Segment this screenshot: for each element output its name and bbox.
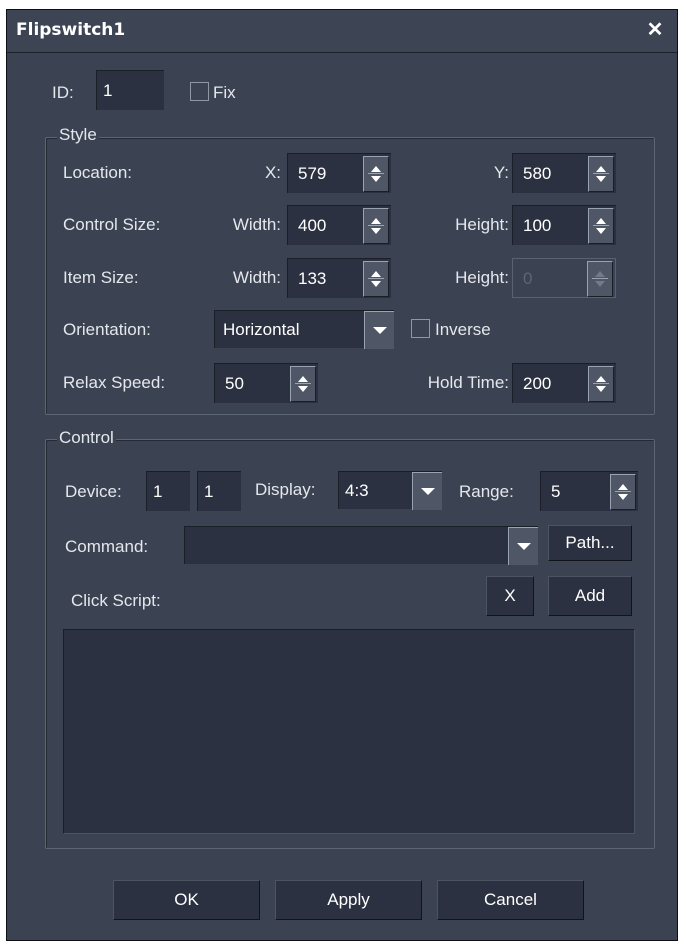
item-size-label: Item Size:: [63, 268, 139, 287]
orientation-label: Orientation:: [63, 320, 151, 339]
item-height-spinner: [587, 261, 613, 297]
clear-script-button[interactable]: X: [486, 576, 534, 616]
arrow-down-icon[interactable]: [371, 176, 381, 182]
control-height-label: Height:: [455, 215, 509, 234]
range-spinner[interactable]: [610, 474, 636, 510]
fix-label: Fix: [213, 83, 236, 102]
ok-button[interactable]: OK: [113, 880, 260, 920]
location-y-value: 580: [523, 164, 552, 183]
chevron-down-icon[interactable]: [412, 472, 442, 510]
chevron-down-icon[interactable]: [364, 311, 394, 349]
chevron-down-icon[interactable]: [508, 527, 538, 565]
inverse-label: Inverse: [435, 320, 491, 339]
arrow-down-icon: [595, 281, 605, 287]
relax-speed-field[interactable]: 50: [214, 363, 318, 403]
control-width-spinner[interactable]: [363, 208, 389, 244]
item-height-value: 0: [523, 269, 533, 288]
control-height-spinner[interactable]: [588, 208, 614, 244]
device-value-1: 1: [153, 482, 163, 501]
relax-speed-label: Relax Speed:: [63, 373, 166, 392]
dialog-title: Flipswitch1: [16, 20, 126, 40]
arrow-up-icon[interactable]: [596, 376, 606, 382]
arrow-down-icon[interactable]: [371, 281, 381, 287]
flipswitch-dialog: Flipswitch1 ✕ ID: 1 Fix Style Location: …: [6, 9, 678, 941]
control-height-value: 100: [523, 216, 552, 235]
item-height-field: 0: [512, 258, 616, 298]
device-field-1[interactable]: 1: [146, 471, 190, 511]
arrow-up-icon[interactable]: [371, 271, 381, 277]
arrow-up-icon[interactable]: [618, 484, 628, 490]
click-script-textarea[interactable]: [63, 629, 635, 834]
display-select[interactable]: 4:3: [338, 471, 442, 510]
arrow-down-icon[interactable]: [596, 386, 606, 392]
close-icon[interactable]: ✕: [645, 18, 665, 42]
hold-time-spinner[interactable]: [588, 366, 614, 402]
arrow-up-icon[interactable]: [298, 376, 308, 382]
relax-speed-value: 50: [225, 374, 244, 393]
display-label: Display:: [255, 480, 316, 499]
arrow-up-icon[interactable]: [596, 166, 606, 172]
hold-time-field[interactable]: 200: [512, 363, 616, 403]
location-x-value: 579: [298, 164, 327, 183]
add-script-button[interactable]: Add: [548, 576, 632, 616]
id-field[interactable]: 1: [96, 70, 164, 110]
orientation-select[interactable]: Horizontal: [214, 310, 394, 349]
location-y-label: Y:: [493, 163, 509, 182]
relax-speed-spinner[interactable]: [290, 366, 316, 402]
display-value: 4:3: [345, 481, 369, 500]
title-bar[interactable]: Flipswitch1 ✕: [7, 10, 677, 53]
item-width-value: 133: [298, 269, 327, 288]
click-script-label: Click Script:: [71, 591, 161, 610]
arrow-up-icon[interactable]: [371, 166, 381, 172]
cancel-button[interactable]: Cancel: [437, 880, 584, 920]
device-value-2: 1: [204, 482, 214, 501]
arrow-up-icon: [595, 271, 605, 277]
orientation-value: Horizontal: [223, 320, 300, 339]
range-value: 5: [551, 482, 561, 501]
item-height-label: Height:: [455, 268, 509, 287]
arrow-up-icon[interactable]: [371, 218, 381, 224]
item-width-label: Width:: [232, 268, 281, 287]
arrow-down-icon[interactable]: [618, 494, 628, 500]
id-label: ID:: [52, 83, 74, 102]
control-width-field[interactable]: 400: [287, 205, 391, 245]
path-button[interactable]: Path...: [548, 525, 632, 561]
arrow-down-icon[interactable]: [596, 176, 606, 182]
style-group-title: Style: [57, 124, 99, 146]
control-height-field[interactable]: 100: [512, 205, 616, 245]
control-group-title: Control: [57, 427, 116, 449]
location-x-spinner[interactable]: [363, 156, 389, 192]
command-select[interactable]: [184, 526, 538, 565]
control-width-value: 400: [298, 216, 327, 235]
arrow-down-icon[interactable]: [596, 228, 606, 234]
item-width-field[interactable]: 133: [287, 258, 391, 298]
arrow-down-icon[interactable]: [371, 228, 381, 234]
location-x-label: X:: [264, 163, 281, 182]
range-field[interactable]: 5: [540, 471, 638, 511]
location-y-spinner[interactable]: [588, 156, 614, 192]
location-label: Location:: [63, 163, 132, 182]
device-field-2[interactable]: 1: [197, 471, 241, 511]
control-size-label: Control Size:: [63, 215, 161, 234]
hold-time-value: 200: [523, 374, 552, 393]
inverse-checkbox[interactable]: [411, 319, 430, 338]
control-width-label: Width:: [232, 215, 281, 234]
location-y-field[interactable]: 580: [512, 153, 616, 193]
device-label: Device:: [65, 482, 122, 501]
apply-button[interactable]: Apply: [275, 880, 422, 920]
location-x-field[interactable]: 579: [287, 153, 391, 193]
id-value: 1: [103, 81, 113, 100]
arrow-down-icon[interactable]: [298, 386, 308, 392]
item-width-spinner[interactable]: [363, 261, 389, 297]
hold-time-label: Hold Time:: [427, 373, 509, 392]
fix-checkbox[interactable]: [190, 82, 209, 101]
range-label: Range:: [459, 482, 514, 501]
arrow-up-icon[interactable]: [596, 218, 606, 224]
command-label: Command:: [65, 537, 149, 556]
